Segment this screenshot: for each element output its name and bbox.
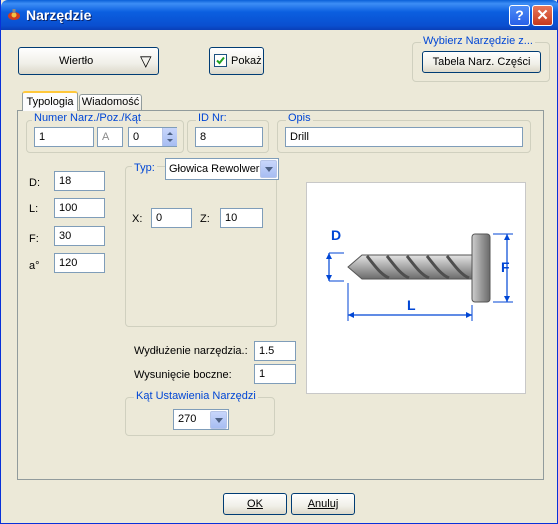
setup-angle-dropdown[interactable]: 270 bbox=[173, 409, 229, 430]
tab-message[interactable]: Wiadomość bbox=[79, 94, 142, 110]
tool-diagram: D F L bbox=[306, 182, 526, 394]
tool-table-button[interactable]: Tabela Narz. Części bbox=[422, 51, 541, 73]
tab-typology[interactable]: Typologia bbox=[22, 91, 78, 111]
chevron-down-icon bbox=[260, 160, 277, 178]
select-tool-title: Wybierz Narzędzie z... bbox=[421, 35, 535, 47]
tool-number-title: Numer Narz./Poz./Kąt bbox=[32, 112, 143, 124]
extension-label: Wydłużenie narzędzia.: bbox=[134, 345, 248, 357]
type-value: Głowica Rewolwero bbox=[169, 163, 266, 175]
title-bar[interactable]: Narzędzie ? ✕ bbox=[1, 0, 558, 30]
x-label: X: bbox=[132, 213, 143, 225]
dim-a-input[interactable]: 120 bbox=[54, 253, 105, 273]
id-input[interactable]: 8 bbox=[195, 127, 263, 147]
chevron-down-icon: ▽ bbox=[140, 53, 152, 70]
dim-f-label: F: bbox=[29, 233, 39, 245]
dim-l-input[interactable]: 100 bbox=[54, 198, 105, 218]
type-title: Typ: bbox=[132, 162, 157, 174]
dim-f-input[interactable]: 30 bbox=[54, 226, 105, 246]
tool-position-input[interactable]: A bbox=[97, 127, 123, 147]
dim-d-input[interactable]: 18 bbox=[54, 171, 105, 191]
length-label: L bbox=[407, 297, 416, 313]
tool-type-dropdown[interactable]: Wiertło ▽ bbox=[18, 47, 159, 75]
tool-type-value: Wiertło bbox=[59, 55, 94, 67]
cancel-label: Anuluj bbox=[307, 498, 339, 510]
flange-label: F bbox=[501, 259, 510, 275]
drill-diagram-icon bbox=[326, 233, 513, 321]
description-title: Opis bbox=[286, 112, 313, 124]
extension-input[interactable]: 1.5 bbox=[254, 341, 296, 361]
angle-spinner[interactable] bbox=[162, 128, 177, 146]
check-icon bbox=[216, 56, 225, 65]
z-label: Z: bbox=[200, 213, 210, 225]
dialog-window: Narzędzie ? ✕ Wiertło ▽ Pokaż Wybierz Na… bbox=[0, 0, 558, 524]
app-icon bbox=[8, 9, 20, 20]
x-input[interactable]: 0 bbox=[151, 208, 192, 228]
show-toggle[interactable]: Pokaż bbox=[209, 47, 264, 75]
dim-l-label: L: bbox=[29, 203, 39, 215]
side-offset-input[interactable]: 1 bbox=[254, 364, 296, 384]
help-button[interactable]: ? bbox=[509, 5, 530, 26]
z-input[interactable]: 10 bbox=[220, 208, 263, 228]
diameter-label: D bbox=[331, 227, 342, 243]
setup-angle-value: 270 bbox=[178, 413, 197, 425]
setup-angle-title: Kąt Ustawienia Narzędzi bbox=[134, 390, 258, 402]
spinner-arrows-icon bbox=[167, 132, 173, 142]
side-offset-label: Wysunięcie boczne: bbox=[134, 369, 232, 381]
dim-d-label: D: bbox=[29, 177, 40, 189]
chevron-down-icon bbox=[210, 411, 227, 429]
id-title: ID Nr: bbox=[196, 112, 229, 124]
close-button[interactable]: ✕ bbox=[532, 5, 553, 26]
type-dropdown[interactable]: Głowica Rewolwero bbox=[165, 158, 279, 180]
dim-a-label: a° bbox=[29, 260, 40, 272]
show-label: Pokaż bbox=[231, 55, 262, 67]
ok-label: OK bbox=[247, 498, 263, 510]
tool-number-input[interactable]: 1 bbox=[34, 127, 94, 147]
ok-button[interactable]: OK bbox=[223, 493, 287, 515]
show-checkbox[interactable] bbox=[214, 54, 227, 67]
description-input[interactable]: Drill bbox=[285, 127, 523, 147]
type-group bbox=[125, 166, 277, 327]
window-title: Narzędzie bbox=[26, 7, 92, 23]
cancel-button[interactable]: Anuluj bbox=[291, 493, 355, 515]
